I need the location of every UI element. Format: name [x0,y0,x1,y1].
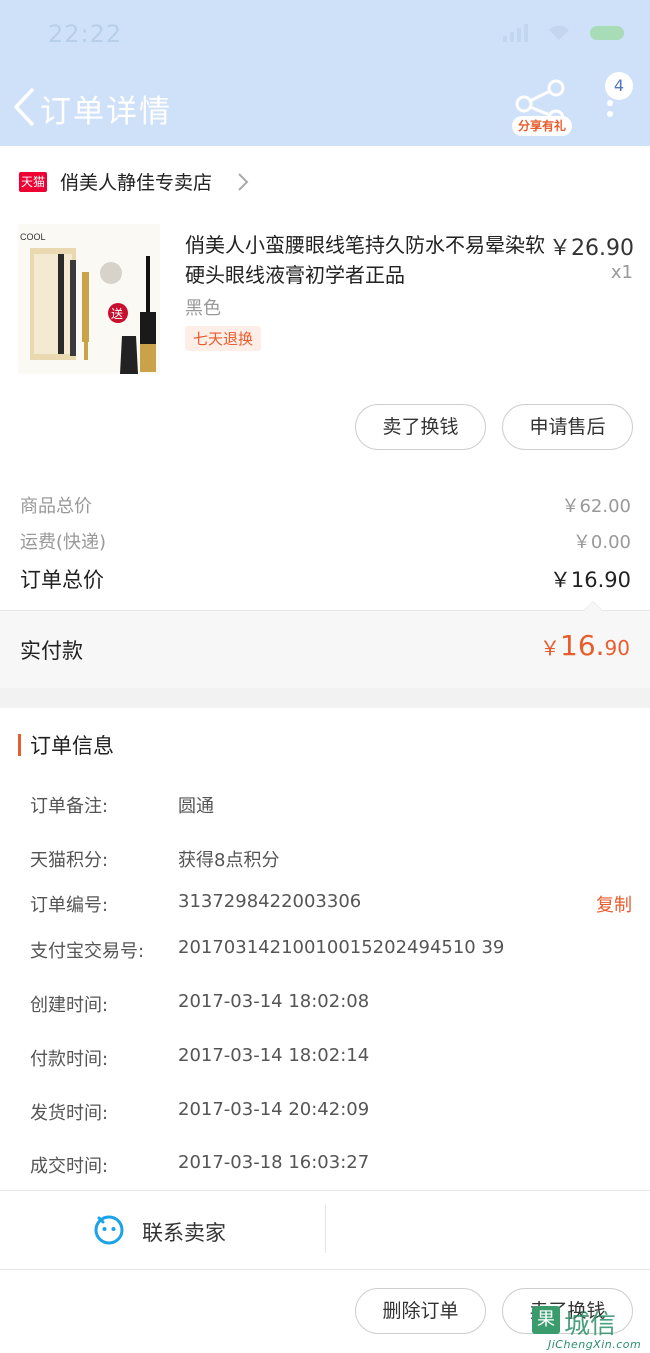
info-row-paid: 付款时间: 2017-03-14 18:02:14 [30,1045,632,1075]
chat-smile-icon[interactable] [93,1213,125,1245]
watermark-text: 城信 [564,1310,617,1340]
info-row-remark: 订单备注: 圆通 [30,792,632,822]
info-row-points: 天猫积分: 获得8点积分 [30,846,632,876]
order-product-card: 天猫 俏美人静佳专卖店 COOL 果 送 俏美人小蛮腰眼线笔持久防水不易晕染软硬… [0,146,650,688]
shipping-label: 运费(快递) [20,532,107,553]
shipping-row: 运费(快递) ￥0.00 [20,528,631,564]
share-gift-label[interactable]: 分享有礼 [512,116,572,136]
info-value: 2017-03-14 20:42:09 [178,1099,370,1120]
goods-total-row: 商品总价 ￥62.00 [20,492,631,528]
paid-label: 实付款 [20,639,83,663]
contact-seller-button[interactable]: 联系卖家 [142,1217,226,1247]
goods-total-label: 商品总价 [20,496,92,517]
product-title[interactable]: 俏美人小蛮腰眼线笔持久防水不易晕染软硬头眼线液膏初学者正品 [185,230,551,290]
status-bar: 22:22 [0,0,650,66]
product-price: ￥26.90 [549,236,634,261]
order-total-row: 订单总价 ￥16.90 [20,564,631,600]
info-value: 20170314210010015202494510 39 [178,937,505,958]
seven-day-return-tag: 七天退换 [185,326,262,351]
after-sale-button[interactable]: 申请售后 [502,404,633,450]
eyeliner-product-illustration: COOL 果 送 [18,224,160,374]
info-value: 2017-03-14 18:02:14 [178,1045,370,1066]
battery-icon [590,26,624,40]
status-time: 22:22 [48,20,123,48]
shipping-value: ￥0.00 [572,532,631,553]
back-arrow-icon[interactable] [8,84,44,130]
sell-for-cash-button[interactable]: 卖了换钱 [355,404,486,450]
watermark-logo: 果 [532,1306,560,1334]
status-icons [503,24,624,42]
wifi-icon [549,25,569,40]
info-row-shipped: 发货时间: 2017-03-14 20:42:09 [30,1099,632,1129]
info-row-completed: 成交时间: 2017-03-18 16:03:27 [30,1152,632,1182]
info-row-created: 创建时间: 2017-03-14 18:02:08 [30,991,632,1021]
chevron-right-icon [238,173,249,191]
page-title: 订单详情 [40,94,172,130]
copy-button[interactable]: 复制 [596,891,632,917]
paid-currency: ￥ [540,636,561,660]
svg-text:送: 送 [111,306,123,321]
info-key: 创建时间: [30,995,109,1016]
caret-up-icon [583,601,603,611]
info-key: 成交时间: [30,1156,109,1177]
order-total-label: 订单总价 [20,568,104,592]
goods-total-value: ￥62.00 [561,496,631,517]
info-key: 天猫积分: [30,850,109,871]
order-info-title: 订单信息 [30,734,114,758]
info-key: 订单编号: [30,895,109,916]
app-header: 22:22 订单详情 分享有礼 4 [0,0,650,146]
info-value[interactable]: 3137298422003306 [178,891,361,912]
info-row-order-number: 订单编号: 3137298422003306 复制 [30,891,632,921]
section-accent-bar [18,734,21,756]
watermark-url: JiChengXin.com [548,1338,642,1351]
info-value: 2017-03-14 18:02:08 [178,991,370,1012]
product-quantity: x1 [610,262,633,283]
info-key: 发货时间: [30,1103,109,1124]
actual-paid-row: 实付款 ￥16.90 [0,601,650,688]
signal-icon [503,24,528,42]
contact-seller-bar: 联系卖家 [0,1190,650,1270]
order-info-card: 订单信息 订单备注: 圆通 天猫积分: 获得8点积分 订单编号: 3137298… [0,708,650,1190]
store-row[interactable]: 天猫 俏美人静佳专卖店 [0,146,650,218]
product-spec: 黑色 [185,298,221,319]
info-key: 付款时间: [30,1049,109,1070]
info-row-alipay-number: 支付宝交易号: 20170314210010015202494510 39 [30,937,632,967]
more-dots-icon[interactable] [606,100,614,124]
paid-integer: 16. [560,629,605,662]
paid-decimal: 90 [604,636,630,660]
paid-amount: ￥16.90 [540,629,630,662]
info-value: 获得8点积分 [178,850,280,871]
info-key: 支付宝交易号: [30,941,145,962]
order-total-value: ￥16.90 [549,568,631,592]
notification-badge[interactable]: 4 [605,72,633,100]
product-image[interactable]: COOL 果 送 [18,224,160,374]
divider [325,1205,326,1253]
delete-order-button[interactable]: 删除订单 [355,1288,486,1334]
tmall-badge: 天猫 [19,172,47,192]
info-key: 订单备注: [30,796,109,817]
store-name[interactable]: 俏美人静佳专卖店 [60,168,212,195]
price-summary: 商品总价 ￥62.00 运费(快递) ￥0.00 订单总价 ￥16.90 [20,492,631,600]
info-value: 2017-03-18 16:03:27 [178,1152,370,1173]
svg-text:COOL: COOL [20,232,46,242]
info-value: 圆通 [178,796,214,817]
